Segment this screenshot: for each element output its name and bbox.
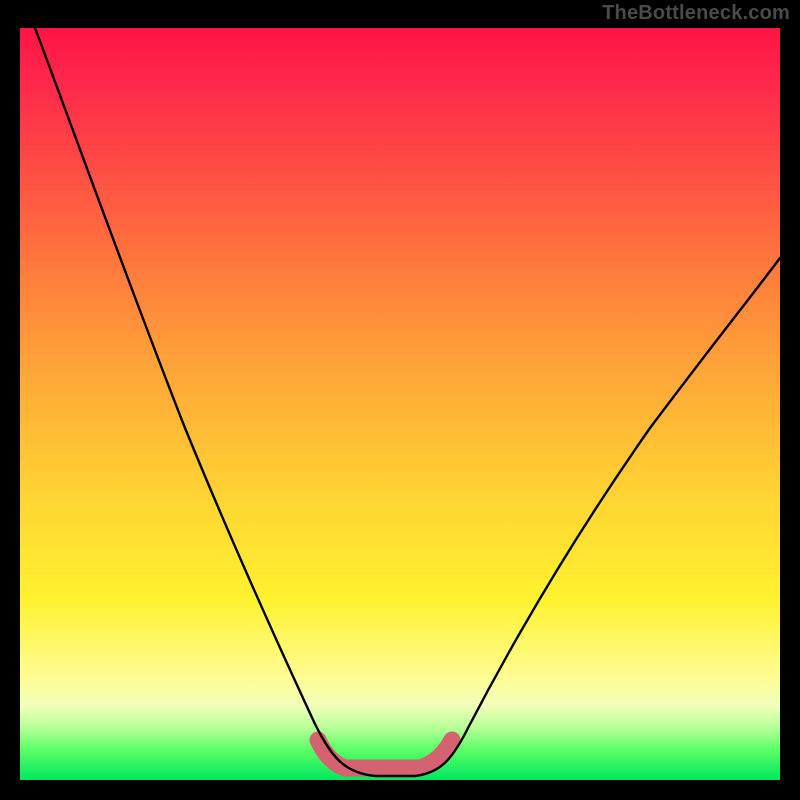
optimal-band-path bbox=[318, 740, 452, 768]
chart-container: TheBottleneck.com bbox=[0, 0, 800, 800]
chart-svg bbox=[20, 28, 780, 780]
plot-area bbox=[20, 28, 780, 780]
watermark-text: TheBottleneck.com bbox=[602, 2, 790, 25]
bottleneck-curve-path bbox=[35, 28, 780, 776]
